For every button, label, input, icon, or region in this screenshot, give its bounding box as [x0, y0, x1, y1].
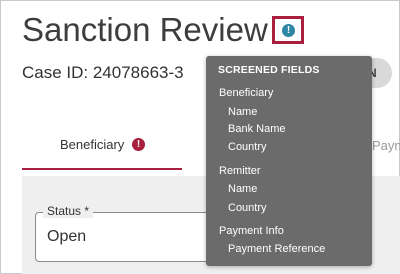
screened-fields-info-button[interactable]: ! [272, 16, 304, 44]
tooltip-group-title: Remitter [219, 165, 261, 177]
status-field-label: Status * [43, 204, 94, 218]
tooltip-item: Name [228, 106, 258, 118]
tooltip-item: Name [228, 183, 258, 195]
tooltip-item: Country [228, 202, 267, 214]
tooltip-group-title: Payment Info [219, 225, 284, 237]
tooltip-item: Payment Reference [228, 243, 326, 255]
page-title: Sanction Review [22, 11, 268, 48]
tooltip-item: Country [228, 141, 267, 153]
status-field-value: Open [47, 228, 87, 245]
tab-payment[interactable]: Payn [372, 138, 400, 153]
alert-icon: ! [132, 138, 145, 151]
tab-beneficiary[interactable]: Beneficiary ! [22, 128, 182, 170]
tab-beneficiary-label: Beneficiary [60, 137, 125, 152]
active-tab-indicator [22, 168, 182, 170]
screened-fields-tooltip: SCREENED FIELDS Beneficiary Name Bank Na… [206, 56, 372, 266]
tooltip-header: SCREENED FIELDS [218, 64, 320, 76]
tooltip-group-title: Beneficiary [219, 87, 274, 99]
info-icon: ! [282, 24, 295, 37]
case-id: Case ID: 24078663-3 [22, 63, 184, 82]
tooltip-item: Bank Name [228, 123, 286, 135]
